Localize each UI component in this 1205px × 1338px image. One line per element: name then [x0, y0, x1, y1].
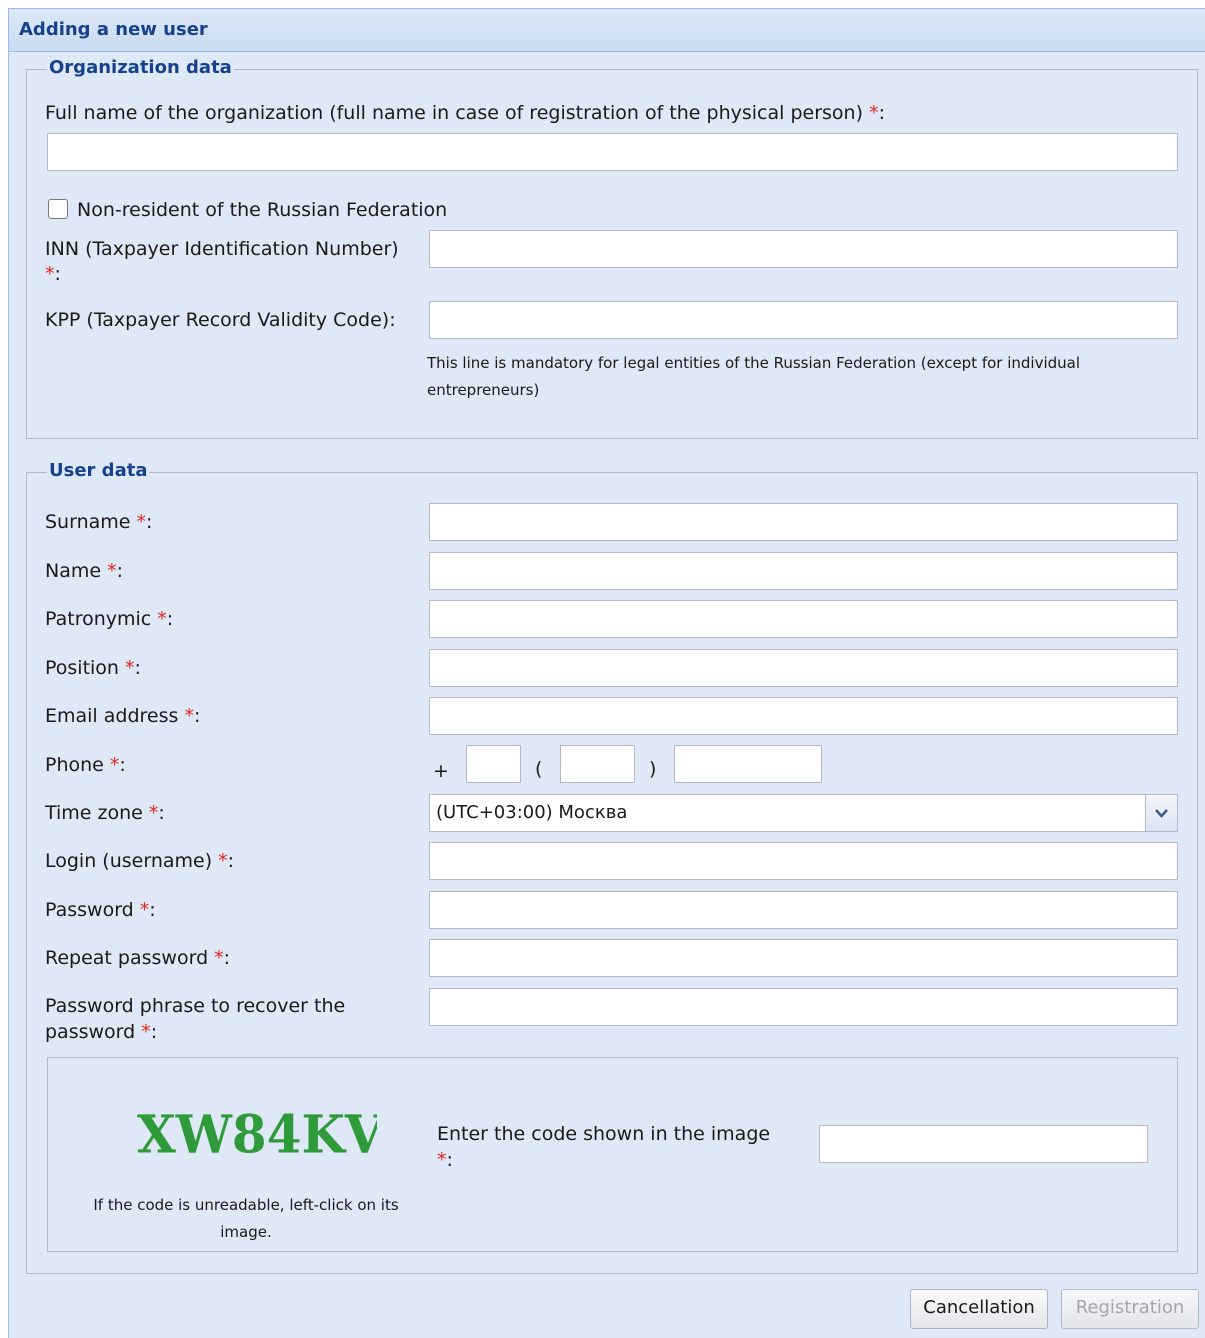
required-marker: *: [136, 511, 147, 533]
nonresident-label: Non-resident of the Russian Federation: [77, 199, 448, 221]
required-marker: *: [125, 657, 135, 679]
phone-open-paren: (: [535, 758, 543, 780]
name-input[interactable]: [429, 552, 1178, 590]
inn-label: INN (Taxpayer Identification Number): [45, 238, 399, 260]
required-marker: *: [107, 560, 117, 582]
surname-input[interactable]: [429, 503, 1178, 541]
phone-number-input[interactable]: [674, 745, 822, 783]
required-marker: *: [214, 947, 224, 969]
captcha-input[interactable]: [819, 1125, 1148, 1163]
kpp-hint: This line is mandatory for legal entitie…: [427, 354, 1081, 399]
required-marker: *: [109, 754, 120, 776]
email-input[interactable]: [429, 697, 1178, 735]
password-input[interactable]: [429, 891, 1178, 929]
required-marker: *: [139, 899, 150, 921]
name-label: Name *:: [45, 560, 124, 582]
required-marker: *: [218, 850, 228, 872]
email-label: Email address *:: [45, 705, 201, 727]
password-phrase-input[interactable]: [429, 988, 1178, 1026]
required-marker: *: [157, 608, 167, 630]
organization-fullname-input[interactable]: [47, 133, 1178, 171]
position-label: Position *:: [45, 657, 141, 679]
timezone-dropdown-trigger[interactable]: [1145, 795, 1177, 831]
timezone-label: Time zone *:: [45, 802, 165, 824]
login-input[interactable]: [429, 842, 1178, 880]
password-label: Password *:: [45, 899, 156, 921]
registration-window: Adding a new user Organization data Full…: [8, 8, 1205, 1338]
password-phrase-label-line2: password *:: [45, 1021, 158, 1043]
phone-country-code-input[interactable]: [466, 745, 521, 783]
chevron-down-icon: [1155, 809, 1168, 818]
required-marker: *: [45, 263, 55, 285]
captcha-image[interactable]: XW84KV: [127, 1081, 377, 1161]
phone-plus-sign: +: [433, 760, 449, 782]
window-titlebar: Adding a new user: [9, 9, 1205, 52]
phone-area-code-input[interactable]: [560, 745, 635, 783]
timezone-selected-value: (UTC+03:00) Москва: [436, 802, 628, 823]
required-marker: *: [148, 802, 159, 824]
inn-input[interactable]: [429, 230, 1178, 268]
kpp-input[interactable]: [429, 301, 1178, 339]
patronymic-label: Patronymic *:: [45, 608, 174, 630]
window-title: Adding a new user: [19, 19, 208, 40]
required-marker: *: [437, 1149, 447, 1171]
organization-data-legend: Organization data: [47, 57, 234, 78]
repeat-password-input[interactable]: [429, 939, 1178, 977]
patronymic-input[interactable]: [429, 600, 1178, 638]
required-marker: *: [141, 1021, 151, 1043]
captcha-label: Enter the code shown in the image: [437, 1123, 771, 1145]
captcha-hint: If the code is unreadable, left-click on…: [93, 1196, 399, 1241]
cancel-button[interactable]: Cancellation: [910, 1289, 1048, 1329]
required-marker: *: [184, 705, 194, 727]
organization-fullname-label: Full name of the organization (full name…: [45, 102, 885, 124]
password-phrase-label: Password phrase to recover the: [45, 995, 346, 1017]
nonresident-checkbox[interactable]: [48, 199, 68, 219]
phone-close-paren: ): [649, 758, 657, 780]
required-marker: *: [869, 102, 879, 124]
login-label: Login (username) *:: [45, 850, 235, 872]
kpp-label: KPP (Taxpayer Record Validity Code):: [45, 309, 396, 331]
user-data-legend: User data: [47, 460, 150, 481]
position-input[interactable]: [429, 649, 1178, 687]
captcha-label-required: *:: [437, 1149, 453, 1171]
timezone-select[interactable]: (UTC+03:00) Москва: [429, 794, 1178, 832]
captcha-code-text: XW84KV: [137, 1104, 377, 1161]
register-button[interactable]: Registration: [1061, 1289, 1199, 1329]
repeat-password-label: Repeat password *:: [45, 947, 231, 969]
phone-label: Phone *:: [45, 754, 126, 776]
surname-label: Surname *:: [45, 511, 153, 533]
inn-label-required: *:: [45, 263, 61, 285]
